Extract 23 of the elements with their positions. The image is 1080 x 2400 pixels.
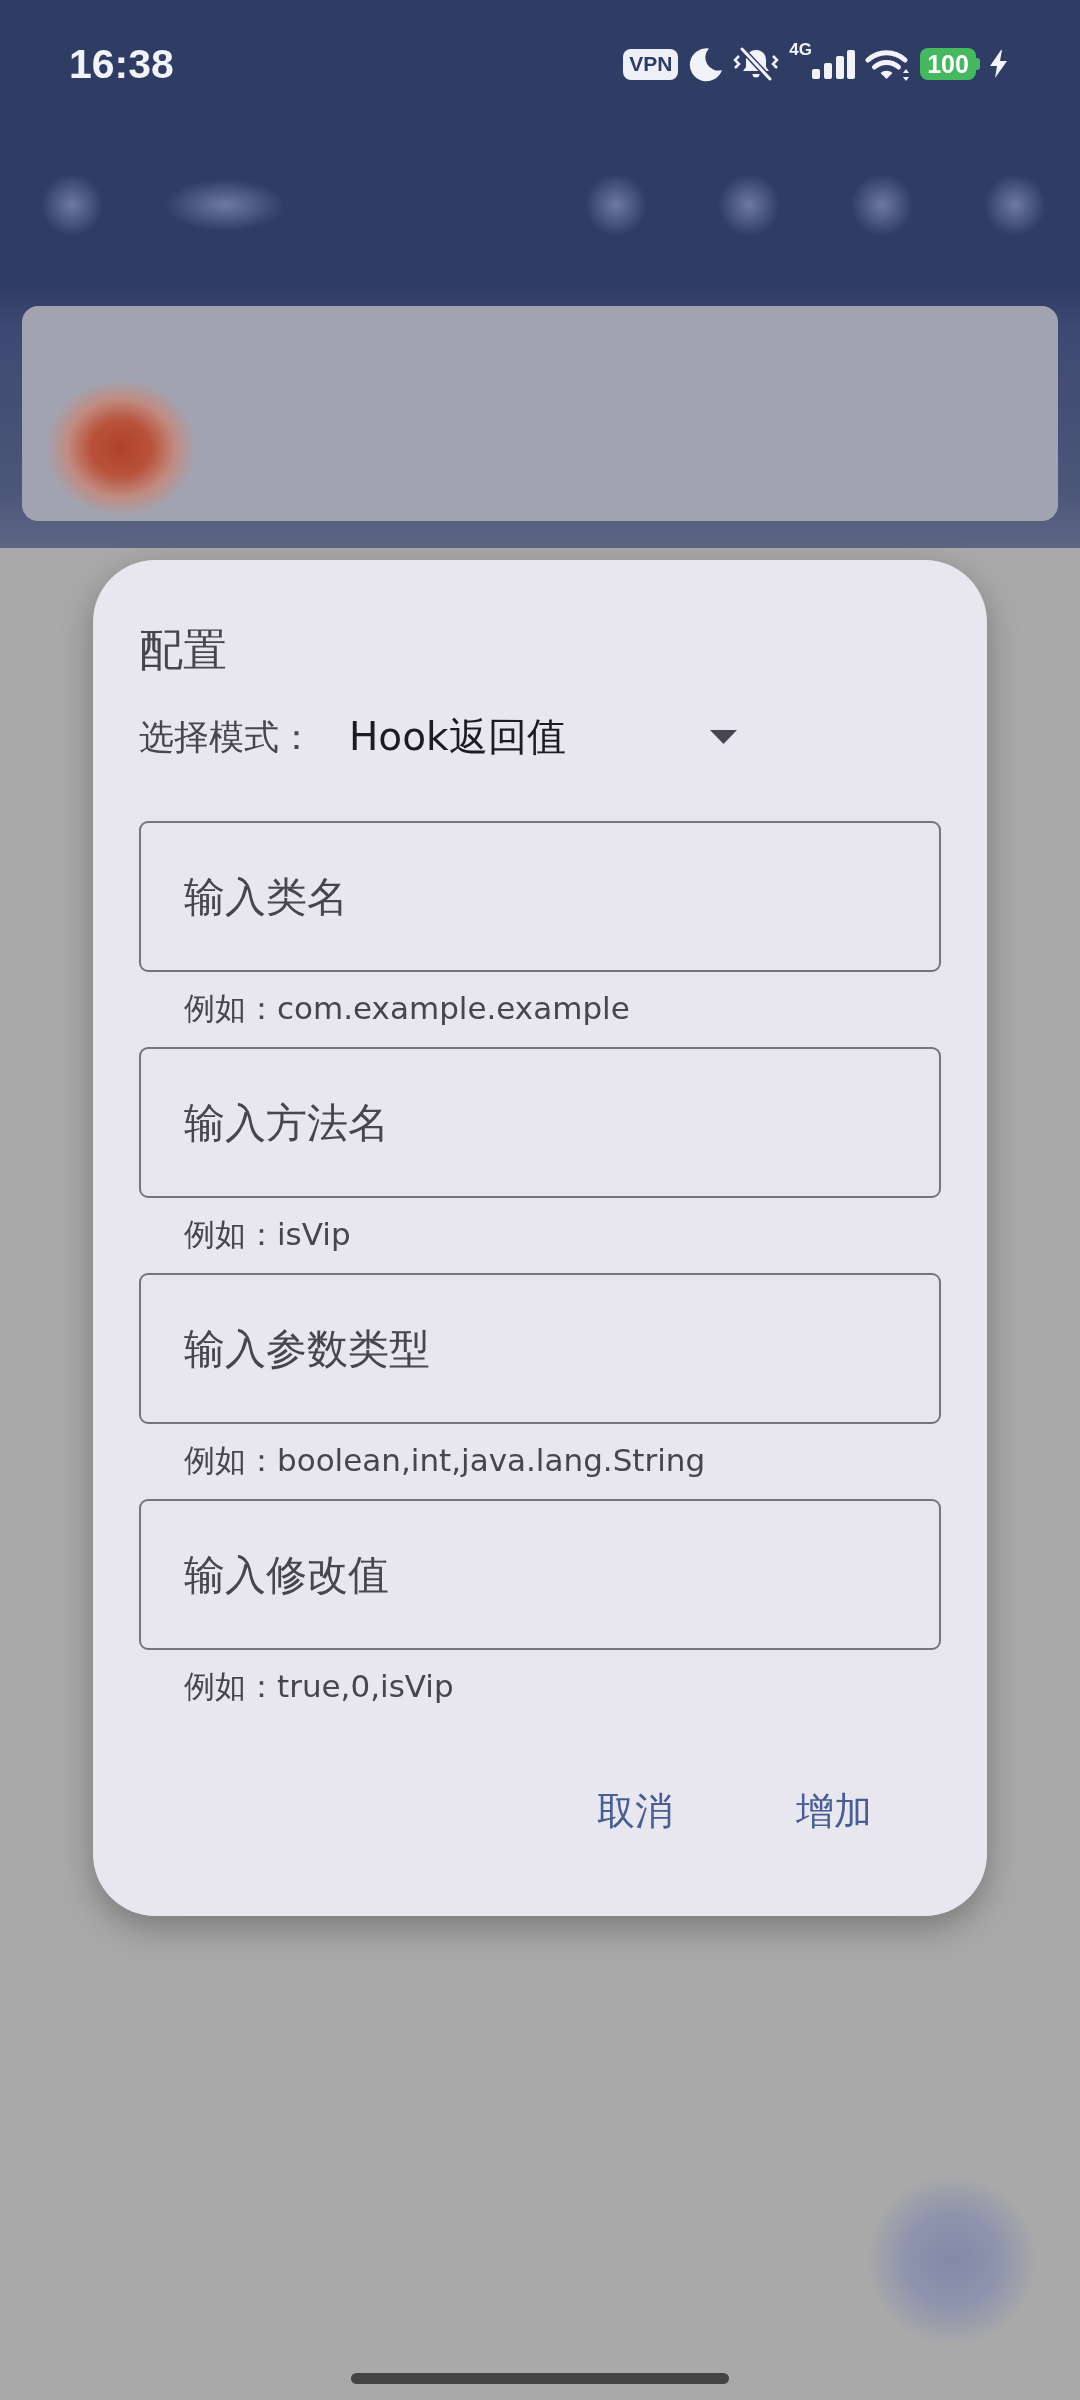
input-field[interactable]: 输入参数类型 (139, 1273, 941, 1424)
status-time: 16:38 (69, 40, 174, 88)
helper-text: 例如：boolean,int,java.lang.String (184, 1441, 706, 1480)
signal-icon (812, 49, 855, 79)
caret-icon (710, 730, 737, 744)
helper-text: 例如：true,0,isVip (184, 1667, 454, 1706)
home-indicator[interactable] (351, 2373, 729, 2384)
network-type: 4G (789, 41, 812, 57)
dialog-title: 配置 (139, 623, 227, 676)
moon-icon (688, 46, 724, 82)
input-field[interactable]: 输入修改值 (139, 1499, 941, 1650)
muted-bell-icon (733, 46, 780, 82)
vpn-badge: VPN (623, 48, 679, 80)
wifi-icon (865, 47, 910, 81)
input-field[interactable]: 输入方法名 (139, 1047, 941, 1198)
cancel-button[interactable]: 取消 (573, 1771, 697, 1851)
add-button[interactable]: 增加 (772, 1771, 896, 1851)
input-field[interactable]: 输入类名 (139, 821, 941, 972)
helper-text: 例如：isVip (184, 1215, 351, 1254)
helper-text: 例如：com.example.example (184, 989, 630, 1028)
mode-label: 选择模式： (139, 715, 314, 759)
mode-dropdown[interactable]: Hook返回值 (324, 707, 754, 767)
battery-indicator: 100 (920, 48, 980, 80)
